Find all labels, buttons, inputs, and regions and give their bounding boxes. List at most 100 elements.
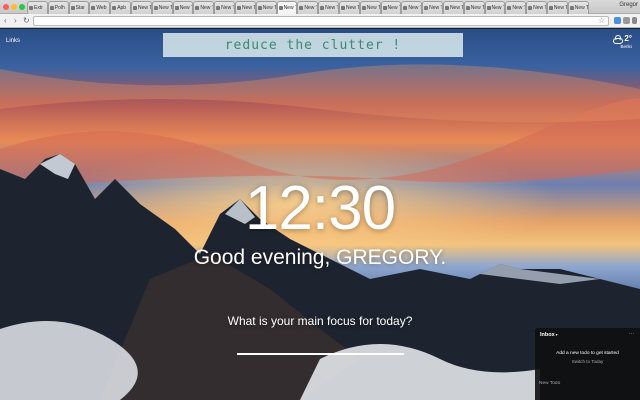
browser-tab[interactable]: New To xyxy=(359,1,381,14)
browser-tab[interactable]: New To xyxy=(151,1,173,14)
tab-favicon-icon xyxy=(132,6,137,10)
todo-list-selector[interactable]: Inbox▾ xyxy=(540,332,558,338)
tab-label: New To xyxy=(449,5,464,11)
browser-tab[interactable]: New To xyxy=(463,1,485,14)
browser-tab[interactable]: New To xyxy=(484,1,506,14)
tab-label: New To xyxy=(241,5,256,11)
tab-label: New To xyxy=(304,5,319,11)
maximize-window-button[interactable] xyxy=(19,4,25,10)
browser-tab[interactable]: New To xyxy=(422,1,443,14)
tab-label: Polh xyxy=(54,5,65,11)
back-arrow-icon[interactable]: ‹ xyxy=(4,16,7,25)
tab-favicon-icon xyxy=(340,6,345,10)
menu-icon[interactable] xyxy=(632,17,637,24)
focus-input[interactable] xyxy=(237,345,404,355)
browser-tab[interactable]: Extr xyxy=(27,1,48,14)
reload-icon[interactable]: ↻ xyxy=(23,16,30,25)
tab-favicon-icon xyxy=(465,6,470,10)
browser-tab[interactable]: New To xyxy=(172,1,194,14)
tab-favicon-icon xyxy=(486,6,491,10)
close-window-button[interactable] xyxy=(3,4,9,10)
browser-tab[interactable]: New To xyxy=(380,1,402,14)
browser-tab[interactable]: Star xyxy=(68,1,90,14)
browser-tab[interactable]: Web xyxy=(89,1,111,14)
tab-label: Web xyxy=(96,5,107,11)
browser-tab[interactable]: Apb xyxy=(110,1,131,14)
greeting: Good evening, GREGORY. xyxy=(193,246,447,269)
switch-to-today-link[interactable]: Switch to Today xyxy=(535,359,640,364)
tab-favicon-icon xyxy=(569,6,574,10)
banner-text: reduce the clutter ! xyxy=(224,37,402,53)
browser-tab[interactable]: New To xyxy=(234,1,256,14)
new-todo-input[interactable] xyxy=(539,379,635,387)
tab-label: New To xyxy=(158,5,173,11)
tab-label: New To xyxy=(325,5,339,11)
browser-tab[interactable]: New To xyxy=(546,1,568,14)
tab-favicon-icon xyxy=(257,6,262,10)
address-bar[interactable]: ☆ xyxy=(33,16,609,26)
tab-favicon-icon xyxy=(70,6,75,10)
tab-favicon-icon xyxy=(528,6,533,10)
bookmark-star-icon[interactable]: ☆ xyxy=(598,16,605,25)
tab-bar: Extr Polh Star Web Apb New To New To New To New … xyxy=(0,0,640,14)
browser-tab[interactable]: New To xyxy=(442,1,464,14)
browser-tab[interactable]: New To xyxy=(318,1,339,14)
tab-favicon-icon xyxy=(29,6,33,10)
chevron-down-icon: ▾ xyxy=(555,332,558,337)
tab-label: New To xyxy=(533,5,547,11)
more-options-icon[interactable]: ··· xyxy=(629,331,636,337)
browser-tab[interactable]: Polh xyxy=(47,1,69,14)
browser-tab[interactable]: New To xyxy=(130,1,152,14)
tab-favicon-icon xyxy=(299,6,304,10)
tab-favicon-icon xyxy=(236,6,241,10)
tab-favicon-icon xyxy=(278,6,283,10)
extension-icon[interactable] xyxy=(614,17,621,24)
browser-tab[interactable]: New To xyxy=(255,1,277,14)
tab-favicon-icon xyxy=(91,6,96,10)
browser-tab[interactable]: New To xyxy=(505,1,527,14)
links-menu[interactable]: Links xyxy=(6,38,20,44)
browser-tab[interactable]: New To xyxy=(297,1,319,14)
tab-label: New Tc xyxy=(283,5,298,11)
tab-favicon-icon xyxy=(444,6,449,10)
browser-tab[interactable]: New To xyxy=(526,1,547,14)
tab-label: New To xyxy=(221,5,235,11)
tab-label: New To xyxy=(408,5,423,11)
tab-favicon-icon xyxy=(424,6,429,10)
tab-label: New To xyxy=(470,5,485,11)
tab-favicon-icon xyxy=(174,6,179,10)
weather-widget[interactable]: 2° Berlin xyxy=(612,34,632,49)
tab-favicon-icon xyxy=(112,6,117,10)
tab-favicon-icon xyxy=(195,6,200,10)
browser-tab[interactable]: New To xyxy=(401,1,423,14)
minimize-window-button[interactable] xyxy=(11,4,17,10)
browser-tab[interactable]: New To xyxy=(193,1,215,14)
browser-toolbar: ‹ › ↻ ☆ xyxy=(0,14,640,28)
tab-favicon-icon xyxy=(507,6,512,10)
tab-label: New To xyxy=(574,5,589,11)
browser-tab[interactable]: New To xyxy=(338,1,360,14)
browser-tab[interactable]: New Tc xyxy=(276,1,298,14)
tab-strip: Extr Polh Star Web Apb New To New To New To New … xyxy=(27,1,597,14)
browser-tab[interactable]: New To xyxy=(214,1,235,14)
tab-favicon-icon xyxy=(153,6,158,10)
tab-label: Extr xyxy=(34,5,43,11)
weather-temperature: 2° xyxy=(624,34,632,43)
browser-tab[interactable]: New To xyxy=(567,1,589,14)
extension-icon-2[interactable] xyxy=(623,17,630,24)
weather-location: Berlin xyxy=(620,44,632,49)
cloud-sun-icon xyxy=(612,34,624,44)
tab-label: New To xyxy=(200,5,215,11)
tab-label: New To xyxy=(429,5,443,11)
tab-label: New To xyxy=(345,5,360,11)
profile-name[interactable]: Gregor xyxy=(619,2,638,8)
tab-favicon-icon xyxy=(49,6,54,10)
todo-empty-message: Add a new todo to get started xyxy=(556,351,619,356)
forward-arrow-icon[interactable]: › xyxy=(14,16,17,25)
todo-list-name: Inbox xyxy=(540,332,555,338)
tab-label: Star xyxy=(75,5,85,11)
tab-favicon-icon xyxy=(216,6,221,10)
tab-label: New To xyxy=(366,5,381,11)
tab-favicon-icon xyxy=(403,6,408,10)
tab-label: New To xyxy=(553,5,568,11)
